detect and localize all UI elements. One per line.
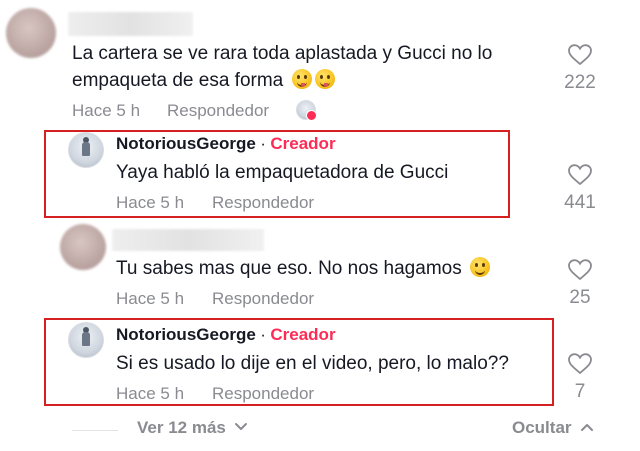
smirk-emoji-icon (470, 257, 490, 277)
hide-replies-button[interactable]: Ocultar (512, 418, 594, 438)
like-count: 25 (569, 287, 591, 308)
like-count: 441 (564, 192, 596, 213)
creator-avatar[interactable] (68, 322, 104, 358)
separator-dot: · (260, 325, 266, 344)
silly-face-emoji-icon (314, 69, 335, 89)
like-count: 7 (574, 381, 586, 402)
username[interactable]: NotoriousGeorge (116, 134, 256, 153)
comment-header: NotoriousGeorge · Creador (116, 134, 336, 154)
reply-button[interactable]: Respondedor (212, 384, 314, 404)
comment-time: Hace 5 h (116, 289, 185, 308)
reply-button[interactable]: Respondedor (212, 193, 314, 213)
silly-face-emoji-icon (291, 69, 312, 89)
like-heart-icon[interactable] (568, 353, 592, 375)
commenter-avatar[interactable] (6, 8, 56, 58)
comment-time: Hace 5 h (72, 101, 141, 120)
commenter-avatar[interactable] (60, 224, 106, 270)
chevron-down-icon (235, 423, 248, 430)
hide-label: Ocultar (512, 418, 572, 437)
username[interactable]: NotoriousGeorge (116, 325, 256, 344)
comment-header: NotoriousGeorge · Creador (116, 325, 336, 345)
comment-text-body: Tu sabes mas que eso. No nos hagamos (116, 258, 462, 279)
comment-text: Si es usado lo dije en el video, pero, l… (116, 353, 509, 374)
like-heart-icon[interactable] (568, 259, 592, 281)
view-more-label: Ver 12 más (137, 418, 226, 437)
creator-liked-icon (296, 100, 318, 122)
reply-button[interactable]: Respondedor (167, 101, 269, 121)
separator-dot: · (260, 134, 266, 153)
view-more-replies-button[interactable]: Ver 12 más (137, 418, 248, 438)
comment-text: Tu sabes mas que eso. No nos hagamos (116, 255, 490, 282)
comment-text-line2-text: empaqueta de esa forma (72, 70, 284, 91)
creator-avatar[interactable] (68, 132, 104, 168)
comment-time: Hace 5 h (116, 193, 185, 212)
comment-text-line1: La cartera se ve rara toda aplastada y G… (72, 43, 493, 64)
like-count: 222 (564, 72, 596, 93)
comment-time: Hace 5 h (116, 384, 185, 403)
comment-text-line2: empaqueta de esa forma (72, 67, 335, 94)
chevron-up-icon (580, 424, 593, 431)
commenter-name-redacted (112, 229, 264, 251)
comment-text: Yaya habló la empaquetadora de Gucci (116, 162, 449, 183)
creator-badge: Creador (270, 325, 336, 344)
commenter-name-redacted (68, 12, 193, 36)
creator-badge: Creador (270, 134, 336, 153)
reply-button[interactable]: Respondedor (212, 289, 314, 309)
like-heart-icon[interactable] (568, 44, 592, 66)
like-heart-icon[interactable] (568, 164, 592, 186)
thread-divider (72, 430, 118, 431)
